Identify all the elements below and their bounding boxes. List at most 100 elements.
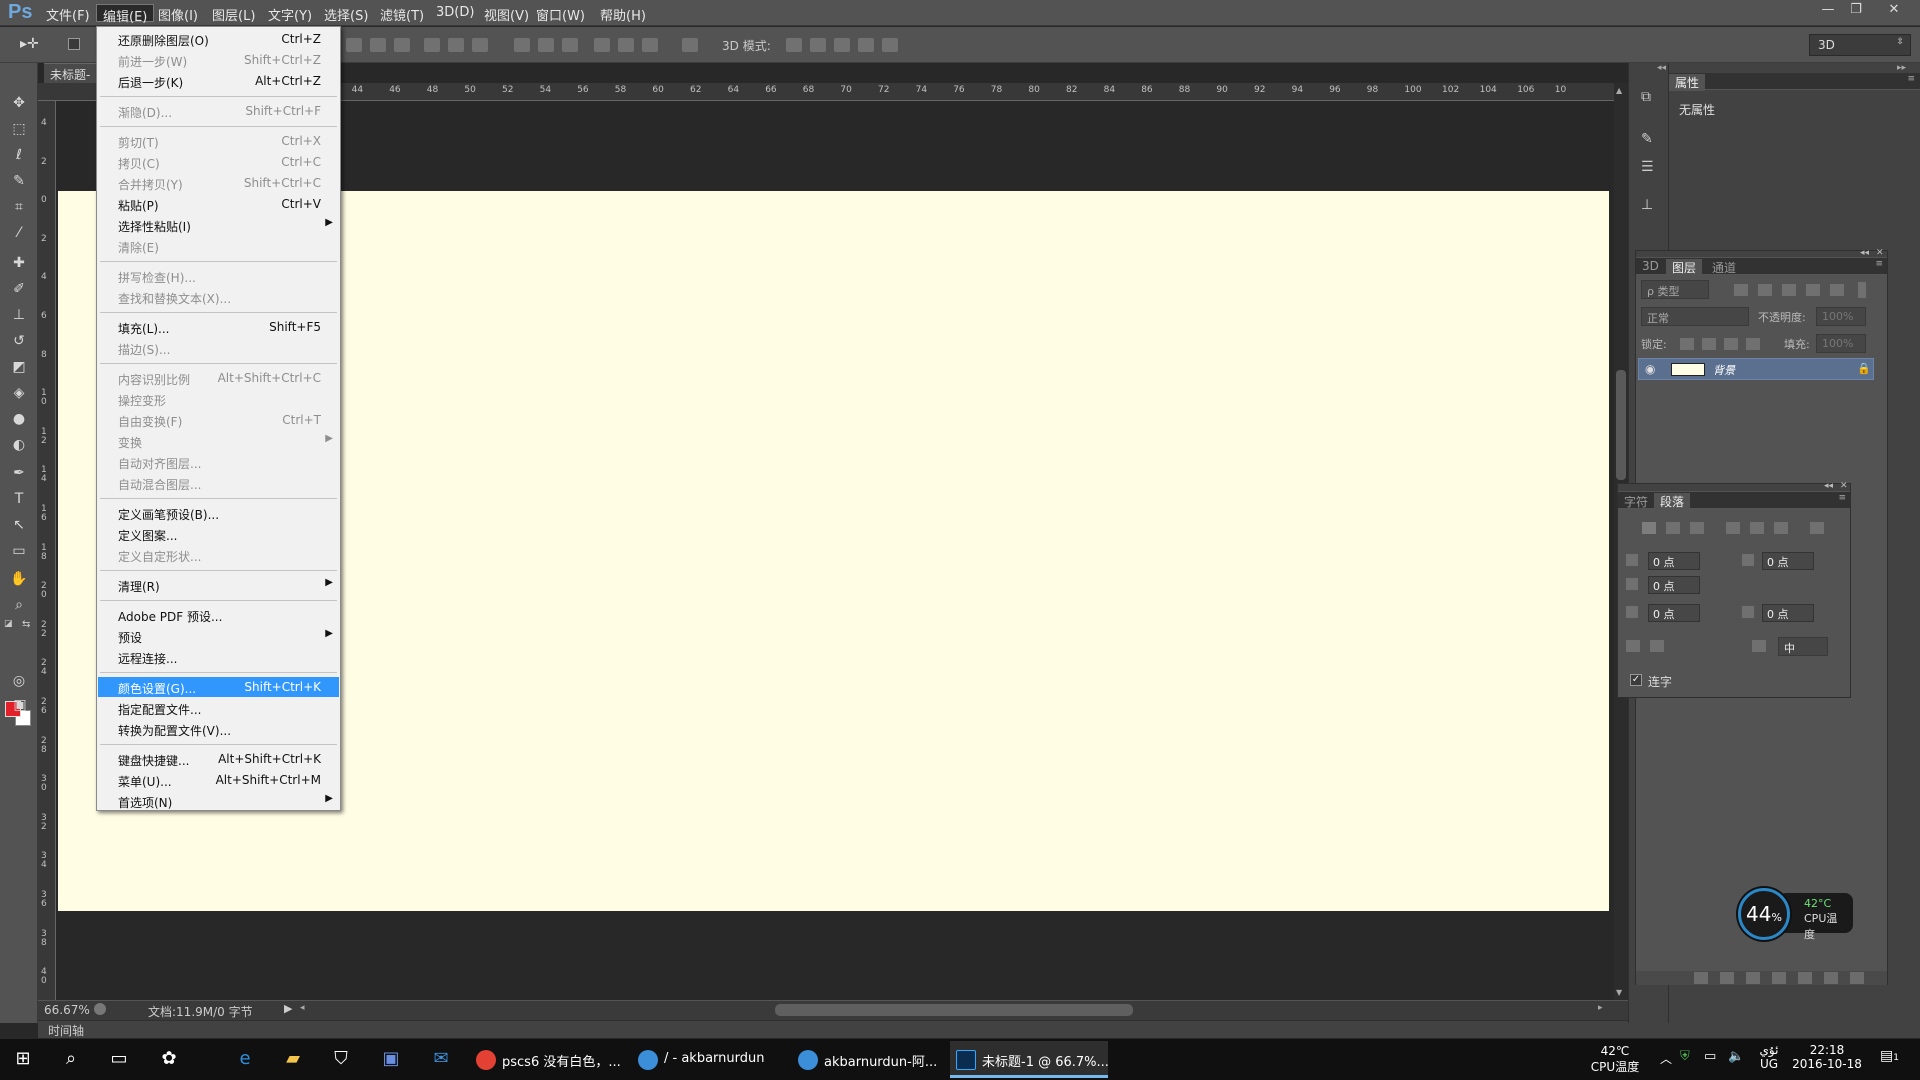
clock[interactable]: 22:18 2016-10-18 (1790, 1043, 1864, 1071)
tab-3d[interactable]: 3D (1636, 259, 1665, 273)
pen-tool-icon[interactable]: ✒ (8, 463, 30, 483)
edit-menu-item[interactable]: 清理(R) ▶ (98, 575, 339, 595)
collapse-icon[interactable]: ◂◂ (1657, 63, 1666, 73)
edit-menu-item[interactable]: 剪切(T) Ctrl+X (98, 131, 339, 151)
3d-pan-icon[interactable] (834, 38, 850, 52)
3d-rotate-icon[interactable] (786, 38, 802, 52)
swap-colors-icon[interactable]: ⇆ (22, 619, 30, 630)
eyedropper-tool-icon[interactable]: ⁄ (8, 223, 30, 243)
new-group-icon[interactable] (1798, 972, 1812, 984)
paragraph-menu-icon[interactable]: ≡ (1838, 493, 1846, 503)
taskbar-task[interactable]: akbarnurdun-阿... (792, 1041, 948, 1078)
indent-first-line-field[interactable]: 0 点 (1648, 576, 1700, 594)
tab-layers[interactable]: 图层 (1666, 259, 1703, 276)
healing-brush-tool-icon[interactable]: ✚ (8, 253, 30, 273)
app-pinned-3-icon[interactable]: ✉ (428, 1046, 454, 1072)
lock-all-icon[interactable] (1746, 338, 1760, 350)
tab-properties[interactable]: 属性 (1669, 74, 1706, 91)
edit-menu-item[interactable]: 远程连接... (98, 647, 339, 667)
zoom-tool-icon[interactable]: ⌕ (8, 595, 30, 615)
rtl-direction-icon[interactable] (1650, 640, 1664, 652)
distribute-right-icon[interactable] (642, 38, 658, 52)
edit-menu-item[interactable]: 还原删除图层(O) Ctrl+Z (98, 29, 339, 49)
edit-menu-item[interactable]: 自由变换(F) Ctrl+T (98, 410, 339, 430)
edit-menu-item[interactable]: 变换 ▶ (98, 431, 339, 451)
history-panel-icon[interactable]: ⧉ (1641, 89, 1651, 105)
distribute-left-icon[interactable] (594, 38, 610, 52)
lock-pixels-icon[interactable] (1702, 338, 1716, 350)
indent-left-field[interactable]: 0 点 (1648, 552, 1700, 570)
taskbar-task[interactable]: pscs6 没有白色，... (470, 1041, 626, 1078)
tab-character[interactable]: 字符 (1618, 493, 1654, 510)
layer-style-icon[interactable] (1720, 972, 1734, 984)
menu-8[interactable]: 视图(V) (478, 4, 535, 24)
align-vcenter-icon[interactable] (370, 38, 386, 52)
menu-10[interactable]: 帮助(H) (594, 4, 652, 24)
minimize-icon[interactable]: — (1814, 0, 1842, 20)
panel-menu-icon[interactable]: ≡ (1907, 74, 1915, 84)
status-menu-arrow-icon[interactable]: ▶ (284, 1002, 292, 1015)
edge-icon[interactable]: e (232, 1046, 258, 1072)
search-icon[interactable]: ⌕ (58, 1046, 84, 1072)
lock-position-icon[interactable] (1724, 338, 1738, 350)
collapse-panel-icon[interactable]: ◂◂ (1824, 481, 1833, 491)
edit-menu-item[interactable]: 颜色设置(G)... Shift+Ctrl+K (98, 677, 339, 697)
edit-menu-item[interactable]: 操控变形 (98, 389, 339, 409)
tray-chevron-icon[interactable]: ︿ (1660, 1050, 1672, 1067)
justify-last-center-icon[interactable] (1750, 522, 1764, 534)
filter-toggle-icon[interactable] (1858, 282, 1866, 298)
edit-menu-item[interactable]: 指定配置文件... (98, 698, 339, 718)
edit-menu-item[interactable]: 自动混合图层... (98, 473, 339, 493)
edit-menu-item[interactable]: 转换为配置文件(V)... (98, 719, 339, 739)
history-brush-tool-icon[interactable]: ↺ (8, 331, 30, 351)
auto-select-checkbox[interactable] (68, 38, 80, 50)
marquee-tool-icon[interactable]: ⬚ (8, 119, 30, 139)
input-language[interactable]: ئۇي UG (1756, 1043, 1782, 1071)
brush-panel-icon[interactable]: ✎ (1641, 131, 1653, 147)
network-icon[interactable]: ▭ (1704, 1049, 1716, 1064)
horizontal-scroll-thumb[interactable] (775, 1004, 1133, 1016)
dodge-tool-icon[interactable]: ◐ (8, 435, 30, 455)
link-layers-icon[interactable] (1694, 972, 1708, 984)
edit-menu-item[interactable]: 前进一步(W) Shift+Ctrl+Z (98, 50, 339, 70)
edit-menu-item[interactable]: 拷贝(C) Ctrl+C (98, 152, 339, 172)
align-hcenter-icon[interactable] (448, 38, 464, 52)
close-panel-icon[interactable]: ✕ (1840, 481, 1848, 491)
task-view-icon[interactable]: ▭ (106, 1046, 132, 1072)
scroll-left-icon[interactable]: ◂ (300, 1003, 305, 1013)
zoom-level[interactable]: 66.67% (44, 1003, 90, 1017)
edit-menu-item[interactable]: 定义自定形状... (98, 545, 339, 565)
justify-last-right-icon[interactable] (1774, 522, 1788, 534)
default-colors-icon[interactable]: ◪ (4, 619, 13, 629)
taskbar-task[interactable]: / - akbarnurdun (632, 1041, 788, 1078)
vertical-scroll-thumb[interactable] (1616, 370, 1626, 480)
distribute-vcenter-icon[interactable] (538, 38, 554, 52)
space-before-field[interactable]: 0 点 (1648, 604, 1700, 622)
align-right-icon[interactable] (472, 38, 488, 52)
hyphenate-checkbox[interactable]: ✓ (1630, 674, 1642, 686)
filter-shape-icon[interactable] (1806, 284, 1820, 296)
cpu-usage-gauge[interactable]: 44% (1738, 888, 1790, 940)
fill-field[interactable]: 100% (1816, 334, 1866, 353)
3d-slide-icon[interactable] (858, 38, 874, 52)
edit-menu-item[interactable]: 定义图案... (98, 524, 339, 544)
edit-menu-item[interactable]: 键盘快捷键... Alt+Shift+Ctrl+K (98, 749, 339, 769)
menu-9[interactable]: 窗口(W) (530, 4, 591, 24)
restore-icon[interactable]: ❐ (1842, 0, 1870, 20)
status-info-icon[interactable] (94, 1003, 106, 1015)
filter-pixel-icon[interactable] (1734, 284, 1748, 296)
ruler-left[interactable]: 4 2 0 2 4 6 8 1 0 1 2 1 4 1 6 1 8 2 0 2 2 2 4 2 6 2 8 3 0… (38, 101, 56, 1001)
menu-2[interactable]: 图像(I) (152, 4, 204, 24)
crop-tool-icon[interactable]: ⌗ (8, 197, 30, 217)
quick-select-tool-icon[interactable]: ✎ (8, 171, 30, 191)
stamp-panel-icon[interactable]: ⊥ (1641, 197, 1653, 213)
adjustment-layer-icon[interactable] (1772, 972, 1786, 984)
lasso-tool-icon[interactable]: ℓ (8, 145, 30, 165)
edit-menu-item[interactable]: Adobe PDF 预设... (98, 605, 339, 625)
edit-menu-item[interactable]: 自动对齐图层... (98, 452, 339, 472)
screen-mode-icon[interactable]: ▣ (9, 695, 31, 715)
edit-menu-item[interactable]: 粘贴(P) Ctrl+V (98, 194, 339, 214)
edit-menu-item[interactable]: 拼写检查(H)... (98, 266, 339, 286)
3d-roll-icon[interactable] (810, 38, 826, 52)
edit-menu-item[interactable]: 选择性粘贴(I) ▶ (98, 215, 339, 235)
